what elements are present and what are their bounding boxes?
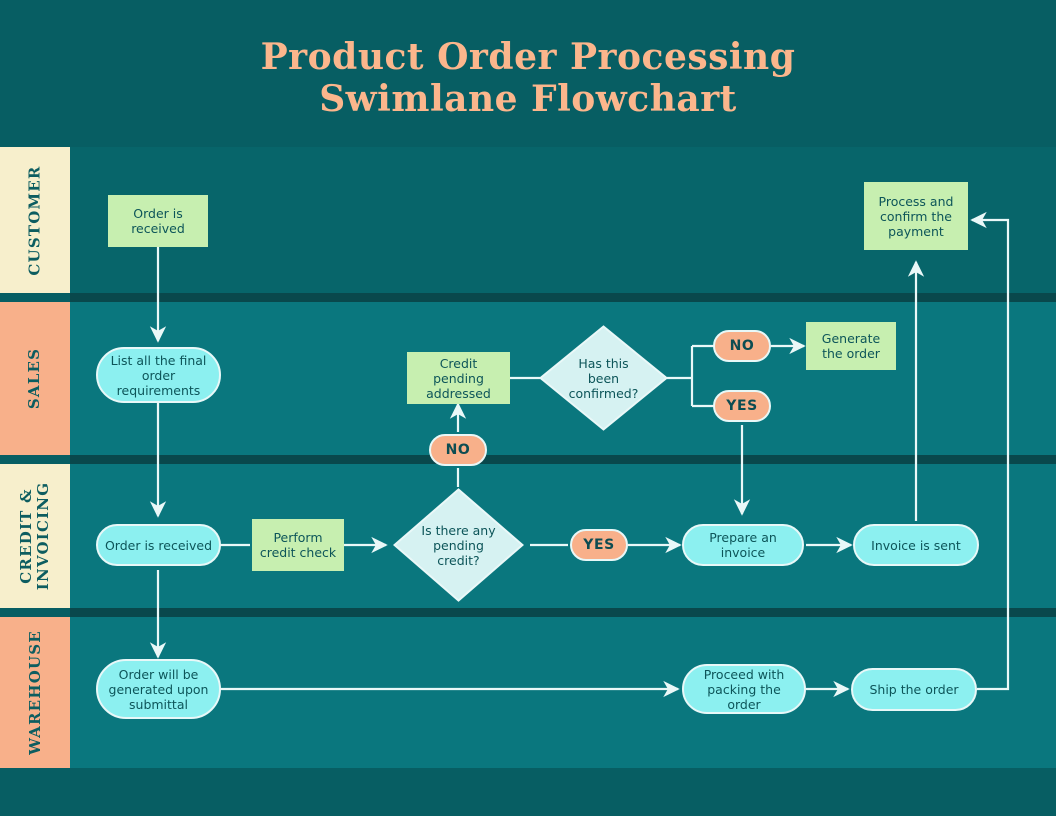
node-order-generated-submittal[interactable]: Order will be generated upon submittal	[96, 659, 221, 719]
node-order-received-line-1: Order is	[133, 206, 183, 221]
node-generate-order-line-1: Generate	[821, 331, 881, 346]
node-confirmed-no-tag[interactable]: NO	[713, 330, 771, 362]
node-invoice-is-sent[interactable]: Invoice is sent	[853, 524, 979, 566]
node-order-generated-line-2: generated upon	[108, 681, 209, 697]
node-order-generated-line-1: Order will be	[118, 666, 199, 682]
node-credit-pending-line-2: addressed	[426, 385, 491, 401]
node-confirmed-no-label: NO	[729, 337, 755, 354]
node-credit-no-tag[interactable]: NO	[429, 434, 487, 466]
node-confirmed-yes-label: YES	[726, 397, 758, 414]
node-perform-check-line-1: Perform	[273, 530, 323, 545]
node-credit-yes-label: YES	[583, 536, 615, 553]
node-list-requirements-line-2: order requirements	[116, 367, 201, 398]
node-generate-the-order[interactable]: Generate the order	[806, 322, 896, 370]
node-order-generated-line-3: submittal	[129, 696, 188, 712]
node-perform-check-line-2: credit check	[259, 545, 337, 560]
node-prepare-invoice-label: Prepare an invoice	[709, 530, 777, 560]
node-proceed-packing-order[interactable]: Proceed with packing the order	[682, 664, 806, 714]
node-invoice-sent-label: Invoice is sent	[871, 537, 961, 553]
node-process-payment-line-3: payment	[888, 223, 944, 239]
node-generate-order-line-2: the order	[822, 346, 880, 361]
node-pending-credit-line-1: Is there any	[421, 522, 496, 538]
node-ship-order-label: Ship the order	[869, 682, 959, 697]
node-order-received-line-2: received	[131, 221, 185, 236]
node-proceed-packing-line-2: packing the order	[707, 681, 781, 712]
node-list-requirements-line-1: List all the final	[110, 352, 207, 368]
node-pending-credit-line-3: credit?	[437, 552, 480, 568]
node-credit-yes-tag[interactable]: YES	[570, 529, 628, 561]
node-ship-the-order[interactable]: Ship the order	[851, 668, 977, 711]
node-is-there-pending-credit[interactable]: Is there any pending credit?	[393, 488, 524, 602]
node-credit-pending-line-1: Credit pending	[433, 355, 484, 386]
node-proceed-packing-line-1: Proceed with	[703, 666, 785, 682]
node-has-confirmed-line-1: Has this	[578, 355, 629, 371]
flowchart-canvas: Product Order Processing Swimlane Flowch…	[0, 0, 1056, 816]
node-order-received-credit-label: Order is received	[104, 537, 213, 553]
node-process-payment-line-1: Process and	[878, 193, 954, 209]
edge-ship-order-to-process-payment	[970, 211, 1010, 691]
node-order-is-received-credit[interactable]: Order is received	[96, 524, 221, 566]
node-prepare-an-invoice[interactable]: Prepare an invoice	[682, 524, 804, 566]
node-confirmed-yes-tag[interactable]: YES	[713, 390, 771, 422]
node-credit-pending-addressed[interactable]: Credit pending addressed	[407, 352, 510, 404]
node-has-confirmed-line-3: confirmed?	[568, 385, 639, 401]
node-process-payment-line-2: confirm the	[880, 208, 952, 224]
node-credit-no-label: NO	[445, 441, 471, 458]
node-list-order-requirements[interactable]: List all the final order requirements	[96, 347, 221, 403]
node-process-confirm-payment[interactable]: Process and confirm the payment	[864, 182, 968, 250]
node-pending-credit-line-2: pending	[433, 537, 484, 553]
node-has-this-been-confirmed[interactable]: Has this been confirmed?	[539, 325, 668, 431]
node-has-confirmed-line-2: been	[587, 370, 620, 386]
node-perform-credit-check[interactable]: Perform credit check	[252, 519, 344, 571]
node-order-is-received-customer[interactable]: Order is received	[108, 195, 208, 247]
